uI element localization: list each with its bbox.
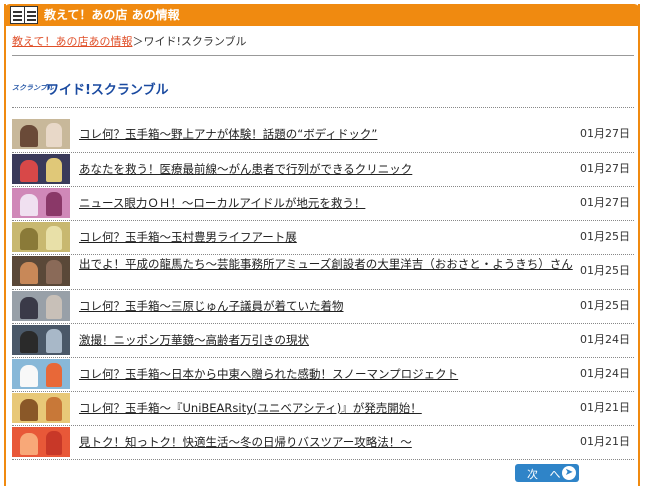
list-item: ニュース眼力ＯＨ！〜ローカルアイドルが地元を救う！ 01月27日 [12, 186, 634, 220]
next-page-button[interactable]: 次 へ ➤ [515, 464, 579, 482]
header-title: 教えて！あの店 あの情報 [44, 8, 180, 22]
list-item: コレ何？玉手箱〜三原じゅん子議員が着ていた着物 01月25日 [12, 289, 634, 323]
book-icon [10, 6, 38, 24]
arrow-right-circle-icon: ➤ [562, 466, 576, 480]
thumbnail-image[interactable] [12, 393, 70, 423]
item-link[interactable]: 出でよ！平成の龍馬たち〜芸能事務所アミューズ創設者の大里洋吉（おおさと・ようきち… [79, 256, 583, 272]
thumbnail-image[interactable] [12, 291, 70, 321]
divider [12, 459, 634, 460]
list-item: コレ何？玉手箱〜日本から中東へ贈られた感動！スノーマンプロジェクト 01月24日 [12, 357, 634, 391]
item-link[interactable]: あなたを救う！医療最前線〜がん患者で行列ができるクリニック [79, 161, 584, 177]
list-item: 出でよ！平成の龍馬たち〜芸能事務所アミューズ創設者の大里洋吉（おおさと・ようきち… [12, 254, 634, 288]
divider [12, 55, 634, 56]
item-date: 01月21日 [580, 401, 630, 414]
thumbnail-image[interactable] [12, 427, 70, 457]
item-link[interactable]: ニュース眼力ＯＨ！〜ローカルアイドルが地元を救う！ [79, 195, 584, 211]
header-bar: 教えて！あの店 あの情報 [4, 4, 640, 26]
item-date: 01月27日 [580, 196, 630, 209]
item-date: 01月27日 [580, 162, 630, 175]
item-date: 01月25日 [580, 299, 630, 312]
breadcrumb-separator: ＞ [132, 35, 144, 48]
list-item: コレ何？玉手箱〜『UniBEARsity(ユニベアシティ)』が発売開始！ 01月… [12, 391, 634, 425]
item-link[interactable]: コレ何？玉手箱〜三原じゅん子議員が着ていた着物 [79, 298, 584, 314]
item-date: 01月27日 [580, 127, 630, 140]
thumbnail-image[interactable] [12, 188, 70, 218]
thumbnail-image[interactable] [12, 119, 70, 149]
breadcrumb-current: ワイド!スクランブル [143, 35, 247, 48]
item-link[interactable]: 見トク！知っトク！快適生活〜冬の日帰りバスツアー攻略法！〜 [79, 434, 584, 450]
item-date: 01月24日 [580, 367, 630, 380]
item-link[interactable]: コレ何？玉手箱〜日本から中東へ贈られた感動！スノーマンプロジェクト [79, 366, 584, 382]
list-item: 見トク！知っトク！快適生活〜冬の日帰りバスツアー攻略法！〜 01月21日 [12, 425, 634, 459]
item-link[interactable]: 激撮！ニッポン万華鏡〜高齢者万引きの現状 [79, 332, 584, 348]
thumbnail-image[interactable] [12, 359, 70, 389]
thumbnail-image[interactable] [12, 154, 70, 184]
item-link[interactable]: コレ何？玉手箱〜玉村豊男ライフアート展 [79, 229, 584, 245]
list-item: コレ何？玉手箱〜玉村豊男ライフアート展 01月25日 [12, 220, 634, 254]
divider [12, 107, 634, 108]
section-title: ワイド!スクランブル [46, 83, 169, 98]
next-button-label: 次 へ [527, 468, 565, 481]
breadcrumb-link[interactable]: 教えて！あの店あの情報 [12, 35, 132, 48]
list-item: コレ何？玉手箱〜野上アナが体験！話題の“ボディドック” 01月27日 [12, 117, 634, 151]
thumbnail-image[interactable] [12, 325, 70, 355]
thumbnail-image[interactable] [12, 222, 70, 252]
list-item: あなたを救う！医療最前線〜がん患者で行列ができるクリニック 01月27日 [12, 152, 634, 186]
thumbnail-image[interactable] [12, 256, 70, 286]
item-date: 01月24日 [580, 333, 630, 346]
item-link[interactable]: コレ何？玉手箱〜『UniBEARsity(ユニベアシティ)』が発売開始！ [79, 400, 584, 416]
item-date: 01月21日 [580, 435, 630, 448]
item-date: 01月25日 [580, 264, 630, 277]
item-link[interactable]: コレ何？玉手箱〜野上アナが体験！話題の“ボディドック” [79, 126, 584, 142]
item-date: 01月25日 [580, 230, 630, 243]
breadcrumb: 教えて！あの店あの情報＞ワイド!スクランブル [12, 35, 247, 49]
list-item: 激撮！ニッポン万華鏡〜高齢者万引きの現状 01月24日 [12, 323, 634, 357]
